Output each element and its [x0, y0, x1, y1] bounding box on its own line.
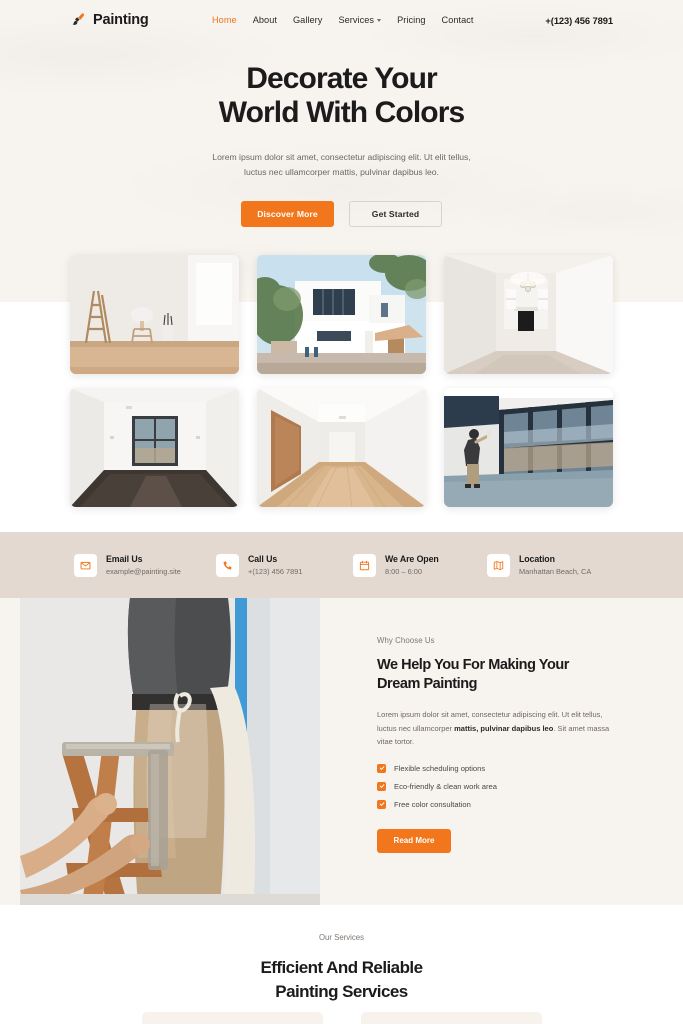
discover-more-button[interactable]: Discover More [241, 201, 334, 227]
hero-title-line-1: Decorate Your [246, 62, 438, 95]
info-item-location[interactable]: Location Manhattan Beach, CA [487, 553, 591, 577]
contact-info-bar: Email Us example@painting.site Call Us +… [0, 532, 683, 598]
service-card-1[interactable] [141, 1012, 323, 1024]
why-choose-us-content: Why Choose Us We Help You For Making You… [377, 636, 622, 853]
gallery-image-5[interactable] [257, 388, 426, 507]
map-icon [487, 553, 510, 577]
why-heading-line-1: We Help You For Making Your [377, 657, 569, 673]
hero-section: Decorate Your World With Colors Lorem ip… [0, 62, 683, 227]
info-item-call-value: +(123) 456 7891 [248, 566, 303, 576]
info-item-location-text: Location Manhattan Beach, CA [519, 554, 591, 576]
hero-title-line-2: World With Colors [218, 96, 465, 129]
info-item-hours-value: 8:00 – 6:00 [385, 566, 422, 576]
brand-name: Painting [93, 12, 149, 28]
info-item-location-title: Location [519, 554, 555, 565]
nav-item-services[interactable]: Services [338, 15, 382, 25]
page-title: Decorate Your World With Colors [0, 62, 683, 130]
info-item-hours-text: We Are Open 8:00 – 6:00 [385, 554, 439, 576]
chevron-down-icon [377, 19, 382, 22]
feature-item-3: Free color consultation [377, 799, 622, 809]
info-item-email-text: Email Us example@painting.site [106, 554, 181, 576]
feature-item-3-label: Free color consultation [394, 799, 471, 809]
feature-item-1-label: Flexible scheduling options [394, 763, 486, 773]
service-cards-row [0, 1012, 683, 1024]
gallery-image-4[interactable] [70, 388, 239, 507]
info-item-call[interactable]: Call Us +(123) 456 7891 [216, 553, 302, 577]
paint-brush-icon [70, 12, 86, 28]
gallery-image-6[interactable] [444, 388, 613, 507]
info-item-email-title: Email Us [106, 554, 143, 565]
header-phone-number[interactable]: +(123) 456 7891 [545, 15, 613, 26]
info-item-call-title: Call Us [248, 554, 278, 565]
nav-item-gallery[interactable]: Gallery [293, 15, 322, 25]
info-item-call-text: Call Us +(123) 456 7891 [248, 554, 302, 576]
services-heading-line-2: Painting Services [275, 982, 408, 1001]
info-item-hours[interactable]: We Are Open 8:00 – 6:00 [353, 553, 439, 577]
services-heading: Efficient And Reliable Painting Services [0, 956, 683, 1004]
gallery-image-3[interactable] [444, 255, 613, 374]
services-heading-line-1: Efficient And Reliable [260, 958, 423, 977]
envelope-icon [74, 553, 97, 577]
nav-item-gallery-label: Gallery [292, 15, 323, 25]
top-navigation-bar: Painting Home About Gallery Services Pri… [0, 0, 683, 40]
nav-item-home-label: Home [212, 15, 237, 25]
nav-item-about[interactable]: About [253, 15, 277, 25]
nav-item-services-label: Services [338, 15, 375, 25]
nav-item-about-label: About [252, 15, 277, 25]
painter-photo [20, 598, 320, 905]
nav-item-contact[interactable]: Contact [442, 15, 474, 25]
nav-item-pricing-label: Pricing [397, 15, 426, 25]
nav-item-contact-label: Contact [441, 15, 474, 25]
info-item-location-value: Manhattan Beach, CA [519, 566, 592, 576]
nav-item-pricing[interactable]: Pricing [397, 15, 425, 25]
feature-item-2-label: Eco-friendly & clean work area [394, 781, 497, 791]
hero-subtitle: Lorem ipsum dolor sit amet, consectetur … [212, 152, 471, 177]
nav-links: Home About Gallery Services Pricing Cont… [212, 15, 474, 25]
why-eyebrow: Why Choose Us [377, 636, 435, 645]
gallery-image-1[interactable] [70, 255, 239, 374]
check-icon [377, 781, 386, 791]
feature-list: Flexible scheduling options Eco-friendly… [377, 763, 622, 809]
why-heading-line-2: Dream Painting [377, 676, 478, 692]
our-services-section: Our Services Efficient And Reliable Pain… [0, 905, 683, 1024]
page-root: Painting Home About Gallery Services Pri… [0, 0, 683, 1024]
nav-item-home[interactable]: Home [212, 15, 237, 25]
service-card-2[interactable] [360, 1012, 542, 1024]
check-icon [377, 799, 386, 809]
hero-button-group: Discover More Get Started [0, 201, 683, 227]
brand-logo[interactable]: Painting [70, 12, 149, 28]
gallery-image-2[interactable] [257, 255, 426, 374]
info-item-email-value: example@painting.site [106, 566, 181, 576]
check-icon [377, 763, 386, 773]
feature-item-1: Flexible scheduling options [377, 763, 622, 773]
info-item-hours-title: We Are Open [385, 554, 439, 565]
why-heading: We Help You For Making Your Dream Painti… [377, 656, 622, 694]
get-started-button[interactable]: Get Started [349, 201, 442, 227]
read-more-button[interactable]: Read More [377, 828, 451, 853]
services-eyebrow: Our Services [318, 933, 365, 942]
why-body-bold: mattis, pulvinar dapibus leo [454, 723, 554, 733]
why-body-text: Lorem ipsum dolor sit amet, consectetur … [377, 708, 622, 749]
feature-item-2: Eco-friendly & clean work area [377, 781, 622, 791]
phone-icon [216, 553, 239, 577]
calendar-icon [353, 553, 376, 577]
info-item-email[interactable]: Email Us example@painting.site [74, 553, 181, 577]
why-choose-us-section: Why Choose Us We Help You For Making You… [0, 598, 683, 905]
gallery-grid [70, 255, 613, 507]
